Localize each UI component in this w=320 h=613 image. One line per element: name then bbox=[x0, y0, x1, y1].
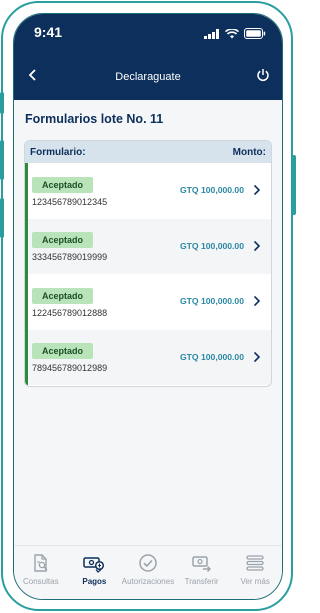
column-header-amount: Monto: bbox=[232, 146, 266, 158]
chevron-right-icon bbox=[253, 294, 261, 312]
amount: GTQ 100,000.00 bbox=[179, 240, 244, 251]
form-number: 122456789012888 bbox=[32, 307, 108, 318]
amount: GTQ 100,000.00 bbox=[179, 351, 244, 362]
nav-item-pagos[interactable]: Pagos bbox=[68, 552, 122, 586]
app-header: Declaraguate bbox=[14, 56, 282, 100]
transfer-icon bbox=[175, 552, 229, 574]
forms-table: Formulario: Monto: Aceptado 123456789012… bbox=[24, 140, 272, 387]
signal-icon bbox=[204, 26, 220, 44]
status-bar: 9:41 bbox=[14, 14, 282, 56]
table-header: Formulario: Monto: bbox=[25, 141, 271, 163]
nav-label: Consultas bbox=[23, 577, 59, 586]
form-number: 333456789019999 bbox=[32, 252, 108, 263]
nav-label: Transferir bbox=[184, 577, 219, 586]
document-search-icon bbox=[14, 552, 68, 574]
bottom-nav: Consultas Pagos Autorizaciones Transferi… bbox=[14, 545, 282, 599]
phone-screen: 9:41 Declaraguate Formularios lote No. 1… bbox=[13, 13, 283, 600]
table-row[interactable]: Aceptado 789456789012989 GTQ 100,000.00 bbox=[25, 329, 271, 385]
table-rows: Aceptado 123456789012345 GTQ 100,000.00 … bbox=[25, 163, 271, 385]
amount: GTQ 100,000.00 bbox=[179, 185, 244, 195]
side-button-volume-up bbox=[0, 140, 4, 180]
table-row[interactable]: Aceptado 123456789012345 GTQ 100,000.00 bbox=[25, 163, 271, 219]
menu-icon bbox=[228, 552, 282, 574]
nav-label: Autorizaciones bbox=[121, 577, 175, 586]
chevron-right-icon bbox=[253, 183, 261, 201]
column-header-form: Formulario: bbox=[30, 146, 86, 158]
side-button-silent bbox=[0, 92, 4, 114]
header-title: Declaraguate bbox=[115, 71, 181, 83]
form-number: 789456789012989 bbox=[32, 363, 108, 374]
table-row[interactable]: Aceptado 333456789019999 GTQ 100,000.00 bbox=[25, 218, 271, 274]
side-button-power bbox=[292, 155, 296, 215]
status-icons bbox=[204, 26, 266, 44]
nav-item-transferir[interactable]: Transferir bbox=[175, 552, 229, 586]
wifi-icon bbox=[224, 26, 240, 44]
status-badge: Aceptado bbox=[32, 232, 94, 249]
nav-label: Pagos bbox=[82, 577, 107, 586]
page-title: Formularios lote No. 11 bbox=[25, 112, 164, 126]
power-icon bbox=[257, 69, 269, 82]
nav-item-autorizaciones[interactable]: Autorizaciones bbox=[121, 552, 175, 586]
nav-item-ver-mas[interactable]: Ver más bbox=[228, 552, 282, 586]
logout-button[interactable] bbox=[256, 68, 270, 87]
amount: GTQ 100,000.00 bbox=[179, 296, 244, 306]
check-circle-icon bbox=[121, 552, 175, 574]
table-row[interactable]: Aceptado 122456789012888 GTQ 100,000.00 bbox=[25, 274, 271, 330]
status-time: 9:41 bbox=[34, 24, 63, 40]
status-badge: Aceptado bbox=[32, 176, 94, 193]
chevron-right-icon bbox=[253, 239, 261, 257]
nav-label: Ver más bbox=[240, 577, 270, 586]
side-button-volume-down bbox=[0, 198, 4, 238]
chevron-right-icon bbox=[253, 350, 261, 368]
status-badge: Aceptado bbox=[32, 343, 94, 360]
status-badge: Aceptado bbox=[32, 287, 94, 304]
payment-icon bbox=[68, 552, 122, 574]
form-number: 123456789012345 bbox=[32, 196, 108, 207]
nav-item-consultas[interactable]: Consultas bbox=[14, 552, 68, 586]
battery-icon bbox=[244, 26, 266, 44]
